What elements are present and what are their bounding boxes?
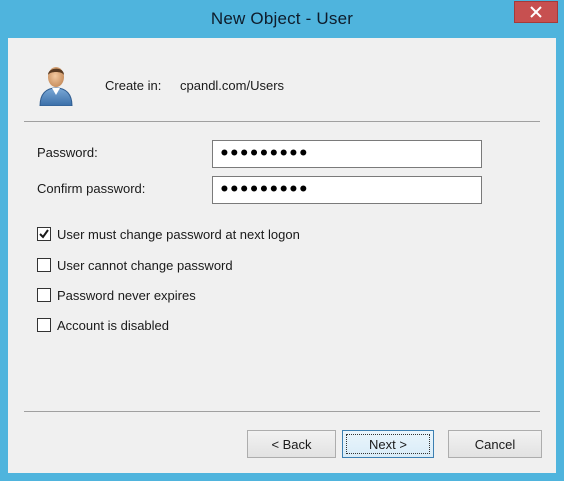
confirm-password-field[interactable]: ••••••••• <box>212 176 482 204</box>
close-icon <box>530 6 542 18</box>
option-must-change-password[interactable]: User must change password at next logon <box>37 225 300 243</box>
option-account-disabled[interactable]: Account is disabled <box>37 316 169 334</box>
create-in-path: cpandl.com/Users <box>180 78 285 93</box>
password-label: Password: <box>37 145 98 160</box>
option-password-never-expires[interactable]: Password never expires <box>37 286 196 304</box>
password-never-expires-label: Password never expires <box>57 287 196 303</box>
close-button[interactable] <box>514 1 558 23</box>
cannot-change-password-label: User cannot change password <box>57 257 233 273</box>
password-field[interactable]: ••••••••• <box>212 140 482 168</box>
option-cannot-change-password[interactable]: User cannot change password <box>37 256 233 274</box>
window-title: New Object - User <box>210 9 354 28</box>
separator <box>24 411 540 412</box>
checkmark-icon <box>39 229 49 239</box>
must-change-password-checkbox[interactable] <box>37 227 51 241</box>
cancel-button[interactable]: Cancel <box>448 430 542 458</box>
separator <box>24 121 540 122</box>
next-button[interactable]: Next > <box>342 430 434 458</box>
confirm-password-label: Confirm password: <box>37 181 146 196</box>
account-disabled-checkbox[interactable] <box>37 318 51 332</box>
password-never-expires-checkbox[interactable] <box>37 288 51 302</box>
user-icon <box>39 67 73 106</box>
dialog-client-area: Create in: cpandl.com/Users Password: ••… <box>8 38 556 473</box>
cannot-change-password-checkbox[interactable] <box>37 258 51 272</box>
account-disabled-label: Account is disabled <box>57 317 170 333</box>
dialog-window: New Object - User Create in: cpandl.com/… <box>0 0 564 481</box>
back-button[interactable]: < Back <box>247 430 336 458</box>
must-change-password-label: User must change password at next logon <box>57 226 300 242</box>
create-in-label: Create in: <box>105 78 162 93</box>
title-bar[interactable]: New Object - User <box>0 0 564 38</box>
focus-indicator <box>346 434 430 454</box>
